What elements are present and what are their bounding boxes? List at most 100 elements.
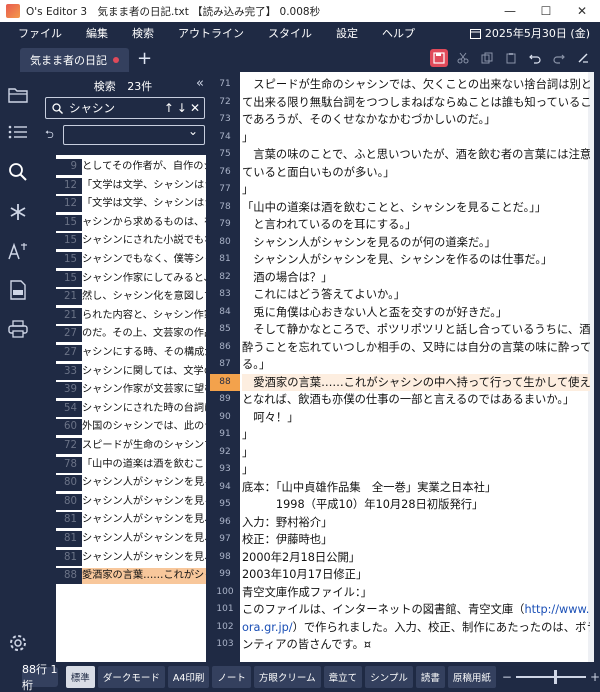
text-line[interactable]: 底本：「山中貞雄作品集 全一巻」実業之日本社」	[242, 479, 590, 496]
search-result-row[interactable]: 15シャシンでもなく、僕等シャシン作家に	[56, 252, 206, 268]
search-result-row[interactable]: 81シャシン人がシャシンを見、シャシンを	[56, 549, 206, 566]
text-line[interactable]: 2000年2月18日公開」	[242, 549, 590, 566]
prev-result-icon[interactable]: ↑	[164, 101, 174, 115]
search-result-row[interactable]: 9としてその作者が、自作のシャシン	[56, 159, 206, 175]
text-line[interactable]: 「山中の道楽は酒を飲むことと、シャシンを見ることだ。」」	[242, 199, 590, 216]
text-line[interactable]: と言われているのを耳にする。」	[242, 216, 590, 233]
search-result-row[interactable]: 60外国のシャシンでは、此の台詞	[56, 419, 206, 436]
text-line[interactable]: このファイルは、インターネットの図書館、青空文庫（http://www.aoz	[242, 601, 590, 618]
undo-icon[interactable]	[526, 49, 544, 67]
print-icon[interactable]	[7, 318, 29, 340]
text-line[interactable]: シャシン人がシャシンを見、シャシンを作るのは仕事だ。」	[242, 251, 590, 268]
close-icon[interactable]: ✕	[564, 0, 600, 22]
menu-help[interactable]: ヘルプ	[370, 25, 427, 41]
settings-icon[interactable]	[7, 632, 29, 654]
zoom-slider-knob[interactable]	[554, 670, 558, 684]
menu-search[interactable]: 検索	[120, 25, 166, 41]
theme-tab[interactable]: A4印刷	[167, 666, 210, 688]
cut-icon[interactable]	[454, 49, 472, 67]
theme-tab[interactable]: ダークモード	[97, 666, 165, 688]
text-line[interactable]: 青空文庫作成ファイル：」	[242, 584, 590, 601]
clear-search-icon[interactable]: ✕	[190, 101, 200, 115]
search-result-row[interactable]: 88愛酒家の言葉……これがシャシン	[56, 568, 206, 585]
copy-icon[interactable]	[478, 49, 496, 67]
font-size-icon[interactable]	[7, 240, 29, 262]
paste-icon[interactable]	[502, 49, 520, 67]
text-line[interactable]: 酒の場合は？」	[242, 269, 590, 286]
text-line[interactable]: 愛酒家の言葉……これがシャシンの中へ持って行って生かして使える	[242, 373, 590, 391]
pdf-icon[interactable]	[7, 279, 29, 301]
text-line[interactable]: 校正：伊藤時也」	[242, 531, 590, 548]
text-line[interactable]: 」	[242, 181, 590, 198]
text-line[interactable]: て出来る限り無駄台詞をつつしまねばならぬことは誰も知っていること	[242, 94, 590, 111]
editor-area[interactable]: 71 スピードが生命のシャシンでは、欠くことの出来ない捨台詞は別とし 72 て出来る…	[210, 72, 594, 662]
search-result-row[interactable]: 54シャシンにされた時の台詞はきっと（シャシン	[56, 400, 206, 417]
text-line[interactable]: 兎に角僕は心おきない人と盃を交すのが好きだ。」	[242, 304, 590, 321]
theme-tab[interactable]: 読書	[415, 666, 445, 688]
next-result-icon[interactable]: ↓	[177, 101, 187, 115]
search-result-row[interactable]: 72スピードが生命のシャシンでは、	[56, 438, 206, 454]
search-icon[interactable]	[7, 161, 29, 183]
search-result-row[interactable]: 81シャシン人がシャシンを見、シャ	[56, 512, 206, 529]
url-link[interactable]: http://www.aoz	[524, 603, 590, 616]
text-line[interactable]: 言葉の味のことで、ふと思いついたが、酒を飲む者の言葉には注意し	[242, 146, 590, 163]
collapse-panel-icon[interactable]: «	[196, 76, 204, 91]
search-result-row[interactable]: 15シャシン作家にしてみると、文芸家仲間から	[56, 270, 206, 287]
text-line[interactable]: 1998（平成10）年10月28日初版発行」	[242, 496, 590, 513]
search-input[interactable]: シャシン ↑ ↓ ✕	[45, 97, 205, 119]
text-line[interactable]: ていると面白いものが多い。」	[242, 164, 590, 181]
search-result-row[interactable]: 80シャシン人がシャシンを見るの	[56, 475, 206, 492]
text-line[interactable]: 」	[242, 444, 590, 461]
menu-edit[interactable]: 編集	[74, 25, 120, 41]
text-line[interactable]: 2003年10月17日修正」	[242, 566, 590, 583]
maximize-icon[interactable]: ☐	[528, 0, 564, 22]
add-tab-icon[interactable]: +	[137, 46, 152, 72]
menu-style[interactable]: スタイル	[256, 25, 324, 41]
search-result-row[interactable]: 12「文学は文学、シャシンはシャシンと	[56, 196, 206, 213]
text-line[interactable]: スピードが生命のシャシンでは、欠くことの出来ない捨台詞は別とし	[242, 76, 590, 93]
search-result-row[interactable]: 81シャシン人がシャシンを見、シャ	[56, 531, 206, 547]
redo-icon[interactable]	[550, 49, 568, 67]
menu-file[interactable]: ファイル	[0, 25, 74, 41]
search-result-row[interactable]: 21然し、シャシン化を意図して書	[56, 289, 206, 306]
search-result-row[interactable]: 78「山中の道楽は酒を飲むことと、シャシンを	[56, 456, 206, 473]
search-result-row[interactable]: 21られた内容と、シャシン作家の持	[56, 307, 206, 324]
replace-icon[interactable]: ⮌	[45, 126, 63, 145]
search-result-row[interactable]: 27ャシンにする時、その構成が文芸家にはシャシン	[56, 345, 206, 361]
format-brush-icon[interactable]	[574, 49, 592, 67]
search-result-row[interactable]: 80シャシン人がシャシンを見るの	[56, 493, 206, 510]
theme-tab[interactable]: ノート	[212, 666, 251, 688]
tab-document[interactable]: 気まま者の日記	[20, 48, 129, 72]
search-result-row[interactable]: 15シャシンにされた小説でもなく、僕等	[56, 233, 206, 250]
theme-tab[interactable]: 原稿用紙	[447, 666, 496, 688]
asterisk-icon[interactable]	[7, 201, 29, 223]
text-line[interactable]: シャシン人がシャシンを見るのが何の道楽だ。」	[242, 234, 590, 251]
theme-tab[interactable]: 方眼クリーム	[253, 666, 321, 688]
replace-dropdown[interactable]	[63, 124, 205, 145]
zoom-in-icon[interactable]: +	[590, 670, 600, 684]
search-result-row[interactable]: 33シャシンに関しては、文学の場合とシャシン	[56, 363, 206, 380]
search-result-row[interactable]: 12「文学は文学、シャシンはシャシン	[56, 177, 206, 194]
outline-list-icon[interactable]	[7, 121, 29, 143]
text-line[interactable]: 入力：野村裕介」	[242, 514, 590, 531]
zoom-slider[interactable]	[515, 670, 586, 684]
minimize-icon[interactable]: —	[492, 0, 528, 22]
search-query[interactable]: シャシン	[69, 100, 164, 116]
text-line[interactable]: 酔うことを忘れていつしか相手の、又時には自分の言葉の味に酔ってい	[242, 339, 590, 356]
search-result-row[interactable]: 39シャシン作家が文芸家に望むものは、シャシン	[56, 382, 206, 399]
text-line[interactable]: これにはどう答えてよいか。」	[242, 286, 590, 303]
text-line[interactable]: 呵々！」	[242, 409, 590, 426]
text-line[interactable]: ンティアの皆さんです。¤	[242, 636, 590, 653]
search-result-row[interactable]: 27のだ。その上、文芸家の作品をシ	[56, 326, 206, 343]
text-line[interactable]: ora.gr.jp/）で作られました。入力、校正、制作にあたったのは、ボラ	[242, 619, 590, 636]
theme-tab[interactable]: 章立て	[323, 666, 363, 688]
url-link[interactable]: ora.gr.jp/	[242, 621, 293, 634]
theme-tab[interactable]: シンプル	[365, 666, 413, 688]
text-line[interactable]: となれば、飲酒も亦僕の仕事の一部と言えるのではあるまいか。」	[242, 391, 590, 408]
text-line[interactable]: であろうが、そのくせなかなかむづかしいのだ。」	[242, 111, 590, 128]
text-line[interactable]: 」	[242, 461, 590, 478]
text-line[interactable]: 」	[242, 426, 590, 443]
zoom-out-icon[interactable]: −	[502, 670, 512, 684]
menu-outline[interactable]: アウトライン	[166, 25, 256, 41]
folder-icon[interactable]	[7, 84, 29, 106]
